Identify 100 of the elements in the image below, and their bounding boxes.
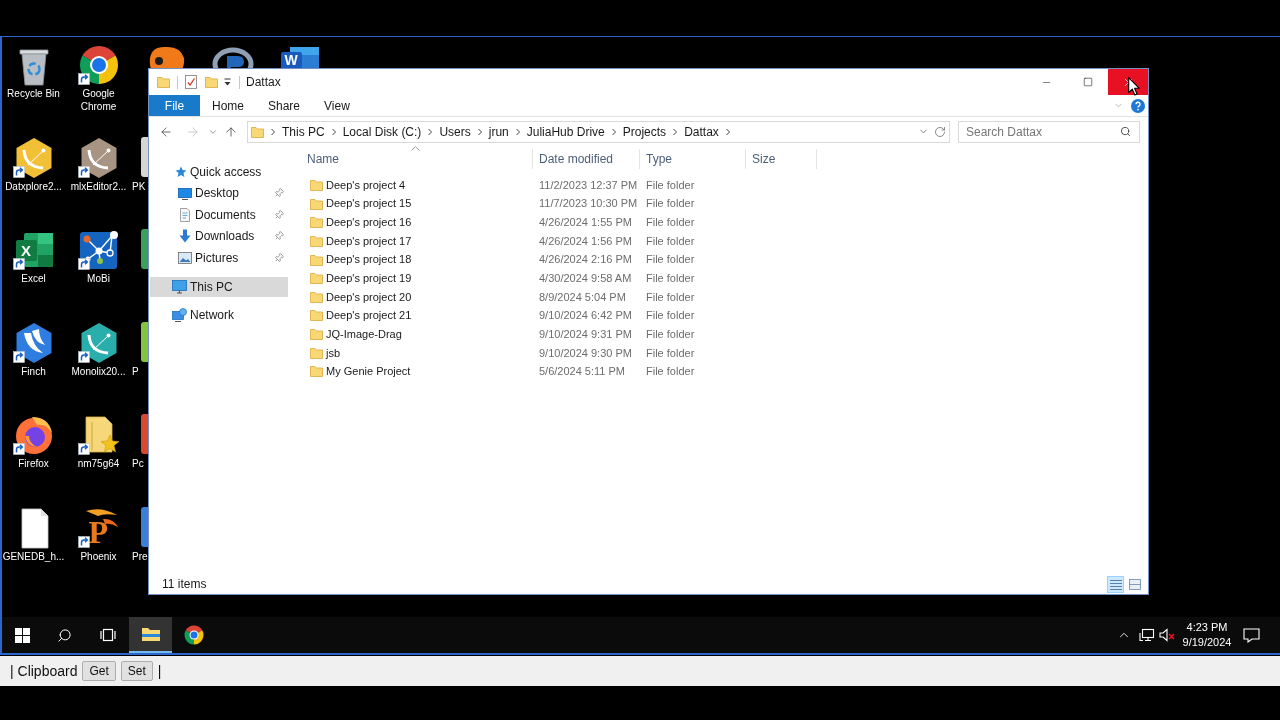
folder-icon[interactable] <box>310 328 323 341</box>
address-bar[interactable]: This PC Local Disk (C:) Users jrun JuliaHub Drive Projects Dattax <box>247 120 950 143</box>
nav-item[interactable]: Documents <box>150 204 288 226</box>
breadcrumb-chevron-icon[interactable] <box>513 127 522 136</box>
checklist-icon[interactable] <box>185 75 197 89</box>
star-icon <box>175 165 187 178</box>
breadcrumb-segment[interactable]: This PC <box>282 122 325 141</box>
taskbar-button[interactable] <box>129 617 172 653</box>
details-view-button[interactable] <box>1107 575 1124 593</box>
breadcrumb-segment[interactable]: jrun <box>488 122 509 141</box>
folder-icon[interactable] <box>310 290 323 303</box>
toolbar-label: | Clipboard <box>10 661 78 681</box>
column-header[interactable]: Type <box>640 149 746 169</box>
network-icon[interactable] <box>1139 628 1155 642</box>
breadcrumb-chevron-icon[interactable] <box>269 127 277 136</box>
download-arrow-icon <box>178 229 192 244</box>
file-name[interactable]: Deep's project 21 <box>326 307 412 324</box>
breadcrumb-chevron-icon[interactable] <box>671 127 680 136</box>
notification-icon[interactable] <box>1242 627 1260 643</box>
picture-icon <box>178 251 192 264</box>
breadcrumb-segment[interactable]: JuliaHub Drive <box>526 122 605 141</box>
folder-icon[interactable] <box>310 309 323 322</box>
item-type: File folder <box>646 197 695 210</box>
desktop-icon-label: Monolix20... <box>70 364 127 378</box>
muted-speaker-icon[interactable] <box>1159 628 1175 642</box>
breadcrumb-chevron-icon[interactable] <box>723 127 732 136</box>
folder-icon[interactable] <box>310 253 323 266</box>
date-modified: 4/26/2024 1:56 PM <box>539 234 632 247</box>
search-icon[interactable] <box>1120 125 1131 137</box>
taskbar-clock[interactable]: 4:23 PM 9/19/2024 <box>1183 620 1231 650</box>
file-name[interactable]: My Genie Project <box>326 363 411 380</box>
desktop-icon-label: Excel <box>20 272 47 285</box>
ribbon-tab[interactable]: View <box>312 95 362 116</box>
desktop-icon-label: Pre <box>132 549 148 563</box>
breadcrumb-chevron-icon[interactable] <box>475 127 484 136</box>
maximize-icon <box>1082 77 1093 87</box>
date-modified: 11/7/2023 10:30 PM <box>539 197 638 210</box>
desktop-icon-label: Datxplore2... <box>4 179 63 193</box>
file-name[interactable]: Deep's project 19 <box>326 269 412 287</box>
file-name[interactable]: Deep's project 16 <box>326 214 412 231</box>
nav-item[interactable]: Pictures <box>150 247 288 269</box>
column-header[interactable]: Name <box>298 149 533 169</box>
date-modified: 9/10/2024 9:30 PM <box>539 346 632 359</box>
column-header[interactable]: Size <box>746 149 817 169</box>
desktop-icon-label: PK <box>132 179 147 193</box>
folder-icon[interactable] <box>205 76 218 88</box>
breadcrumb-segment[interactable]: Local Disk (C:) <box>342 122 422 141</box>
folder-icon[interactable] <box>310 216 323 229</box>
nav-item[interactable]: Network <box>150 304 288 325</box>
refresh-icon[interactable] <box>934 125 946 138</box>
nav-item[interactable]: Desktop <box>150 182 288 204</box>
clipboard-button[interactable]: Get <box>82 661 116 681</box>
ribbon-tab[interactable]: Home <box>200 95 256 116</box>
desktop-icon-label: Recycle Bin <box>6 87 61 100</box>
desktop-icon-label: Google Chrome <box>79 87 118 113</box>
breadcrumb-chevron-icon[interactable] <box>329 127 338 136</box>
dropdown-arrow-icon[interactable] <box>224 77 231 87</box>
item-type: File folder <box>646 216 695 229</box>
folder-icon[interactable] <box>310 234 323 247</box>
folder-icon[interactable] <box>310 346 323 359</box>
breadcrumb-chevron-icon[interactable] <box>609 127 618 136</box>
clipboard-button[interactable]: Set <box>120 661 153 681</box>
list-lines-icon <box>1109 578 1122 590</box>
file-name[interactable]: Deep's project 17 <box>326 232 412 250</box>
folder-icon[interactable] <box>251 125 264 138</box>
item-type: File folder <box>646 327 695 340</box>
file-name[interactable]: Deep's project 4 <box>326 176 406 194</box>
app-icon[interactable] <box>141 136 148 177</box>
folder-icon[interactable] <box>310 365 323 378</box>
folder-icon[interactable] <box>310 179 323 191</box>
monitor-icon <box>178 186 192 200</box>
logo-letter: W <box>283 52 299 68</box>
breadcrumb-chevron-icon[interactable] <box>426 127 435 136</box>
nav-item[interactable]: Quick access <box>150 161 288 183</box>
nav-item[interactable]: Downloads <box>150 225 288 247</box>
forward-arrow-icon[interactable] <box>186 124 200 139</box>
breadcrumb-segment[interactable]: Projects <box>622 122 667 141</box>
desktop-icon-label: Phoenix <box>79 549 118 563</box>
toolbar-separator: | <box>157 661 162 681</box>
file-name[interactable]: JQ-Image-Drag <box>326 325 402 343</box>
file-name[interactable]: jsb <box>326 344 341 361</box>
desktop-icon-label: GENEDB_h... <box>2 549 65 563</box>
file-menu-tab[interactable]: File <box>149 95 200 116</box>
app-icon[interactable] <box>141 321 148 362</box>
folder-icon[interactable] <box>310 272 323 285</box>
search-field[interactable]: Search Dattax <box>958 120 1140 143</box>
desktop-icon-label: Pc <box>132 457 145 470</box>
breadcrumb-segment[interactable]: Users <box>439 122 471 141</box>
help-icon[interactable] <box>1131 98 1145 113</box>
file-name[interactable]: Deep's project 15 <box>326 195 412 212</box>
item-type: File folder <box>646 365 695 378</box>
file-name[interactable]: Deep's project 20 <box>326 288 412 306</box>
breadcrumb-segment[interactable]: Dattax <box>684 122 719 141</box>
ribbon-tab[interactable]: Share <box>256 95 313 116</box>
folder-icon[interactable] <box>310 197 323 210</box>
back-arrow-icon[interactable] <box>159 124 173 139</box>
file-name[interactable]: Deep's project 18 <box>326 251 412 268</box>
folder-icon[interactable] <box>157 76 170 88</box>
column-header[interactable]: Date modified <box>533 149 640 169</box>
nav-item[interactable]: This PC <box>150 276 288 297</box>
